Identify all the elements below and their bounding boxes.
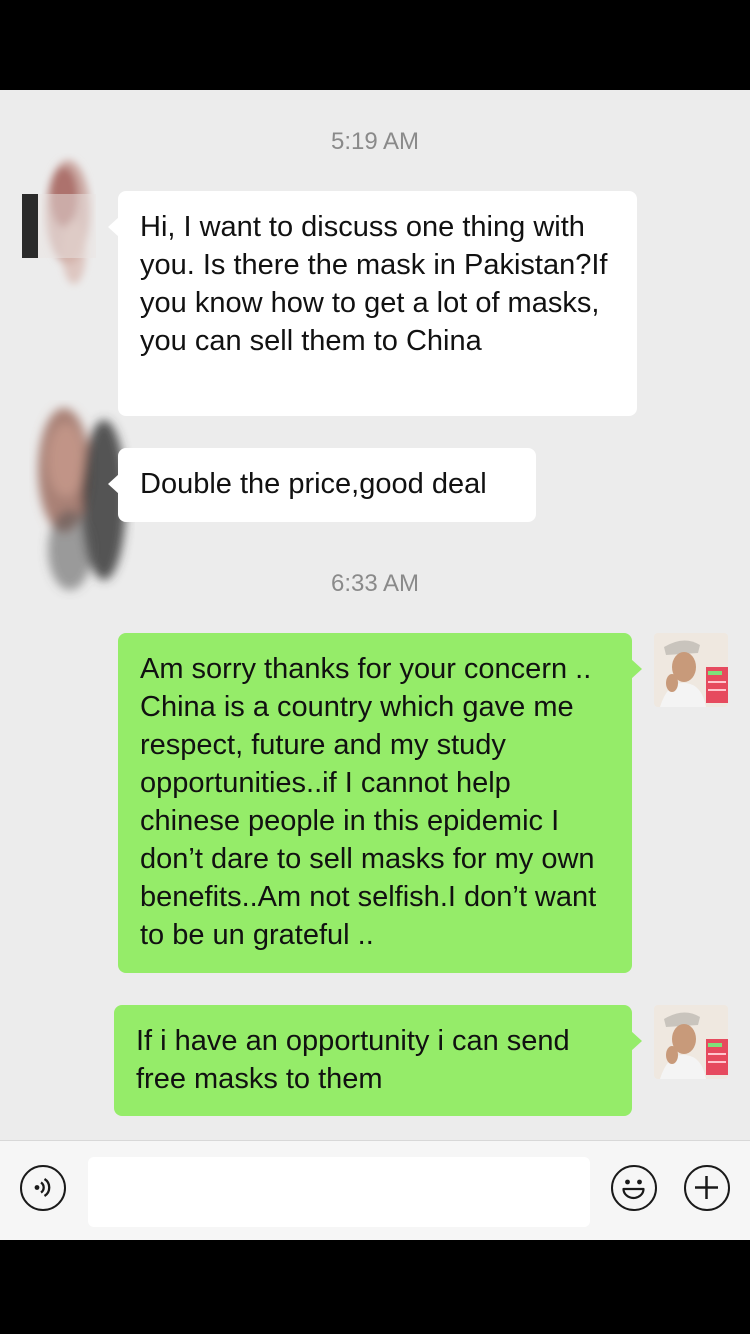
incoming-message-bubble[interactable]: Hi, I want to discuss one thing with you… [108, 191, 637, 416]
status-bar [0, 0, 750, 90]
contact-avatar[interactable] [18, 152, 104, 302]
voice-icon [34, 1178, 51, 1197]
emoji-button[interactable] [611, 1165, 657, 1211]
plus-icon [695, 1176, 718, 1199]
voice-button[interactable] [20, 1165, 66, 1211]
timestamp: 5:19 AM [330, 128, 420, 155]
timestamp: 6:33 AM [330, 570, 420, 597]
message-text: Hi, I want to discuss one thing with you… [140, 211, 608, 357]
outgoing-message-bubble[interactable]: If i have an opportunity i can send free… [114, 1005, 642, 1116]
message-input[interactable] [88, 1157, 590, 1227]
input-bar [0, 1140, 750, 1240]
more-button[interactable] [684, 1165, 730, 1211]
message-text: Double the price,good deal [140, 468, 487, 500]
incoming-message-bubble[interactable]: Double the price,good deal [108, 448, 536, 522]
user-avatar[interactable] [654, 1005, 728, 1079]
message-text: Am sorry thanks for your concern .. Chin… [140, 653, 597, 951]
bottom-black-bar [0, 1240, 750, 1334]
outgoing-message-bubble[interactable]: Am sorry thanks for your concern .. Chin… [118, 633, 642, 973]
chat-area[interactable]: 5:19 AM Hi, I want to discuss one thing … [0, 90, 750, 1140]
emoji-icon [622, 1179, 645, 1200]
user-avatar[interactable] [654, 633, 728, 707]
message-text: If i have an opportunity i can send free… [136, 1025, 570, 1095]
